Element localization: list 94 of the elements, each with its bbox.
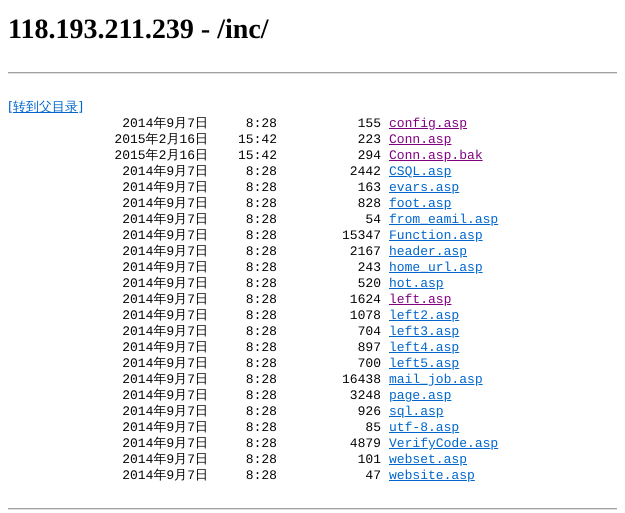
file-date: 2014年9月7日	[121, 468, 208, 484]
file-link[interactable]: page.asp	[389, 388, 452, 403]
file-time: 15:42	[236, 132, 277, 148]
file-link[interactable]: mail_job.asp	[389, 372, 483, 387]
parent-directory-link[interactable]: [转到父目录]	[8, 100, 84, 115]
file-link[interactable]: left2.asp	[389, 308, 460, 323]
file-size: 520	[356, 276, 381, 292]
file-date: 2014年9月7日	[121, 164, 208, 180]
file-time: 8:28	[244, 180, 277, 196]
file-size: 155	[356, 116, 381, 132]
file-time: 8:28	[244, 372, 277, 388]
file-link[interactable]: from_eamil.asp	[389, 212, 498, 227]
file-time: 15:42	[236, 148, 277, 164]
file-size: 4879	[348, 436, 381, 452]
file-size: 243	[356, 260, 381, 276]
file-time: 8:28	[244, 324, 277, 340]
file-date: 2014年9月7日	[121, 356, 208, 372]
file-link[interactable]: utf-8.asp	[389, 420, 460, 435]
file-size: 15347	[340, 228, 381, 244]
file-size: 700	[356, 356, 381, 372]
file-date: 2014年9月7日	[121, 324, 208, 340]
file-date: 2014年9月7日	[121, 452, 208, 468]
file-size: 926	[356, 404, 381, 420]
file-link[interactable]: hot.asp	[389, 276, 444, 291]
file-time: 8:28	[244, 244, 277, 260]
file-size: 223	[356, 132, 381, 148]
file-time: 8:28	[244, 164, 277, 180]
file-size: 16438	[340, 372, 381, 388]
file-time: 8:28	[244, 228, 277, 244]
file-link[interactable]: left5.asp	[389, 356, 460, 371]
file-date: 2014年9月7日	[121, 260, 208, 276]
file-date: 2014年9月7日	[121, 180, 208, 196]
file-date: 2014年9月7日	[121, 340, 208, 356]
file-size: 163	[356, 180, 381, 196]
file-date: 2014年9月7日	[121, 388, 208, 404]
file-link[interactable]: foot.asp	[389, 196, 452, 211]
file-time: 8:28	[244, 436, 277, 452]
file-size: 101	[356, 452, 381, 468]
file-time: 8:28	[244, 276, 277, 292]
file-size: 3248	[348, 388, 381, 404]
file-size: 1078	[348, 308, 381, 324]
file-date: 2014年9月7日	[121, 228, 208, 244]
file-date: 2014年9月7日	[121, 292, 208, 308]
file-time: 8:28	[244, 308, 277, 324]
file-link[interactable]: Function.asp	[389, 228, 483, 243]
file-size: 294	[356, 148, 381, 164]
file-size: 2442	[348, 164, 381, 180]
file-link[interactable]: sql.asp	[389, 404, 444, 419]
file-time: 8:28	[244, 212, 277, 228]
file-link[interactable]: header.asp	[389, 244, 468, 259]
file-size: 828	[356, 196, 381, 212]
file-link[interactable]: website.asp	[389, 468, 475, 483]
file-link[interactable]: config.asp	[389, 116, 468, 131]
page-title: 118.193.211.239 - /inc/	[8, 13, 270, 46]
file-time: 8:28	[244, 420, 277, 436]
file-link[interactable]: home_url.asp	[389, 260, 483, 275]
file-link[interactable]: CSQL.asp	[389, 164, 452, 179]
file-link[interactable]: Conn.asp	[389, 132, 452, 147]
file-date: 2015年2月16日	[113, 132, 208, 148]
file-link[interactable]: Conn.asp.bak	[389, 148, 483, 163]
file-size: 897	[356, 340, 381, 356]
file-time: 8:28	[244, 260, 277, 276]
file-link[interactable]: left3.asp	[389, 324, 460, 339]
file-time: 8:28	[244, 196, 277, 212]
file-size: 54	[364, 212, 381, 228]
file-link[interactable]: VerifyCode.asp	[389, 436, 498, 451]
file-date: 2014年9月7日	[121, 212, 208, 228]
file-time: 8:28	[244, 388, 277, 404]
file-date: 2014年9月7日	[121, 196, 208, 212]
file-date: 2014年9月7日	[121, 308, 208, 324]
file-date: 2014年9月7日	[121, 116, 208, 132]
file-date: 2014年9月7日	[121, 244, 208, 260]
file-link[interactable]: webset.asp	[389, 452, 468, 467]
file-time: 8:28	[244, 452, 277, 468]
file-date: 2014年9月7日	[121, 276, 208, 292]
file-date: 2014年9月7日	[121, 420, 208, 436]
file-date: 2014年9月7日	[121, 404, 208, 420]
file-link[interactable]: evars.asp	[389, 180, 460, 195]
file-time: 8:28	[244, 356, 277, 372]
file-date: 2014年9月7日	[121, 372, 208, 388]
file-date: 2014年9月7日	[121, 436, 208, 452]
file-date: 2015年2月16日	[113, 148, 208, 164]
file-size: 704	[356, 324, 381, 340]
file-time: 8:28	[244, 404, 277, 420]
file-time: 8:28	[244, 468, 277, 484]
file-time: 8:28	[244, 340, 277, 356]
file-time: 8:28	[244, 116, 277, 132]
file-time: 8:28	[244, 292, 277, 308]
file-size: 1624	[348, 292, 381, 308]
file-size: 2167	[348, 244, 381, 260]
file-link[interactable]: left4.asp	[389, 340, 460, 355]
file-link[interactable]: left.asp	[389, 292, 452, 307]
file-size: 47	[364, 468, 381, 484]
file-size: 85	[364, 420, 381, 436]
